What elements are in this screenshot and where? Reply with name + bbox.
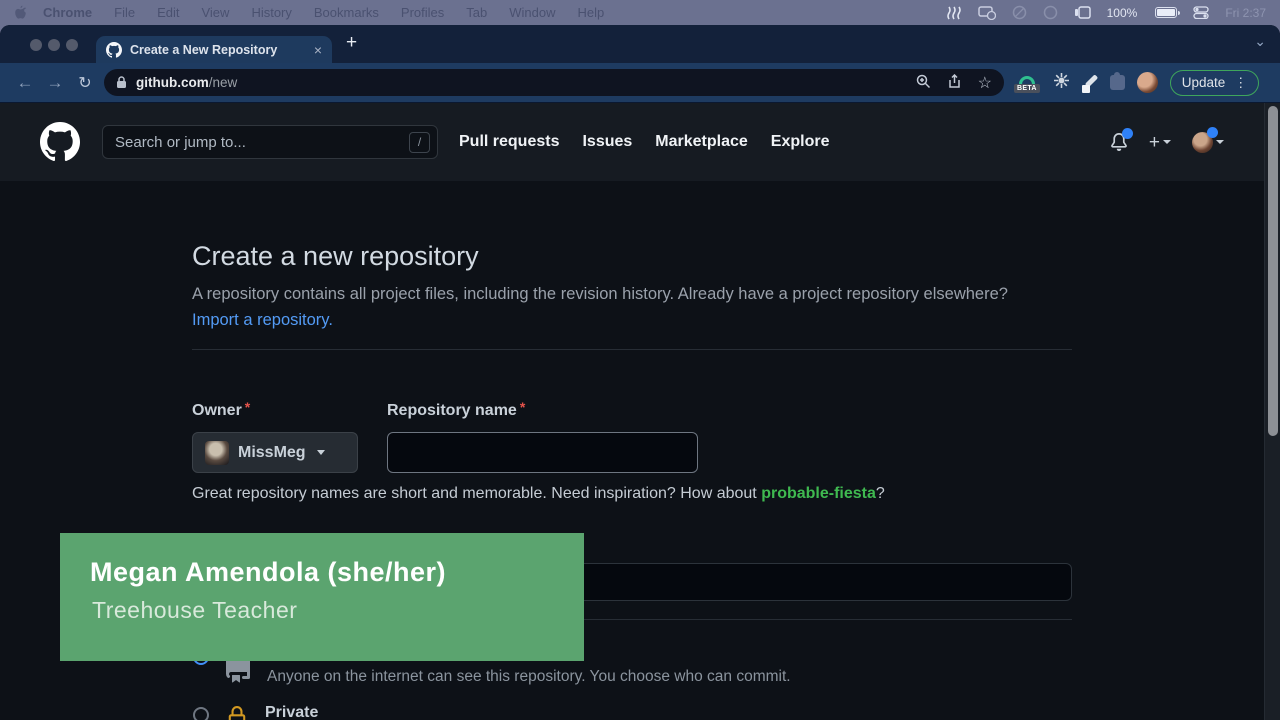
import-repository-link[interactable]: Import a repository. xyxy=(192,311,333,329)
github-nav: Pull requests Issues Marketplace Explore xyxy=(459,133,829,151)
intro-paragraph: A repository contains all project files,… xyxy=(192,281,1022,333)
github-favicon xyxy=(106,42,122,58)
github-logo-icon[interactable] xyxy=(40,122,80,162)
menu-window[interactable]: Window xyxy=(509,5,555,20)
browser-window: Create a New Repository × + ⌄ ← → ↻ gith… xyxy=(0,25,1280,720)
scrollbar-track[interactable] xyxy=(1264,103,1280,720)
battery-icon xyxy=(1155,7,1177,18)
private-label: Private xyxy=(265,704,318,720)
page-title: Create a new repository xyxy=(192,241,479,272)
presenter-name: Megan Amendola (she/her) xyxy=(90,557,584,588)
repository-name-input[interactable] xyxy=(387,432,698,473)
profile-menu[interactable] xyxy=(1192,132,1224,153)
presenter-role: Treehouse Teacher xyxy=(92,597,584,624)
chevron-down-icon xyxy=(1163,140,1171,144)
nav-pull-requests[interactable]: Pull requests xyxy=(459,133,559,151)
public-description: Anyone on the internet can see this repo… xyxy=(267,668,791,686)
hint-text: Great repository names are short and mem… xyxy=(192,485,761,502)
private-lock-icon xyxy=(226,705,248,720)
url-host: github.com xyxy=(136,75,209,90)
plus-icon: + xyxy=(1149,133,1160,152)
notification-dot xyxy=(1122,128,1133,139)
menu-file[interactable]: File xyxy=(114,5,135,20)
required-asterisk: * xyxy=(242,399,250,415)
required-asterisk: * xyxy=(517,399,525,415)
reload-button[interactable]: ↻ xyxy=(70,73,100,93)
tab-search-chevron-icon[interactable]: ⌄ xyxy=(1254,33,1266,50)
intro-text: A repository contains all project files,… xyxy=(192,285,1008,303)
bookmark-star-icon[interactable]: ☆ xyxy=(978,73,992,93)
menu-history[interactable]: History xyxy=(251,5,291,20)
extensions-puzzle-icon[interactable] xyxy=(1110,75,1125,90)
status-circle-icon[interactable] xyxy=(1012,5,1027,20)
stage-manager-icon[interactable] xyxy=(1074,6,1091,20)
github-header: Search or jump to... / Pull requests Iss… xyxy=(0,103,1280,181)
menu-bookmarks[interactable]: Bookmarks xyxy=(314,5,379,20)
menu-view[interactable]: View xyxy=(201,5,229,20)
browser-tab[interactable]: Create a New Repository × xyxy=(96,36,332,63)
forward-button[interactable]: → xyxy=(40,73,70,93)
chrome-menu-icon[interactable]: ⋮ xyxy=(1234,75,1247,91)
display-status-icon[interactable] xyxy=(978,6,996,20)
lock-icon[interactable] xyxy=(116,76,127,89)
search-placeholder: Search or jump to... xyxy=(115,134,246,151)
nav-marketplace[interactable]: Marketplace xyxy=(655,133,748,151)
divider xyxy=(192,349,1072,350)
github-search-input[interactable]: Search or jump to... / xyxy=(102,125,438,159)
menu-help[interactable]: Help xyxy=(578,5,605,20)
beta-badge: BETA xyxy=(1014,84,1040,93)
nav-issues[interactable]: Issues xyxy=(582,133,632,151)
menu-edit[interactable]: Edit xyxy=(157,5,179,20)
url-path: /new xyxy=(209,75,238,90)
notifications-bell-icon[interactable] xyxy=(1110,133,1128,151)
close-window-button[interactable] xyxy=(30,39,42,51)
nav-explore[interactable]: Explore xyxy=(771,133,830,151)
presenter-lower-third: Megan Amendola (she/her) Treehouse Teach… xyxy=(60,533,584,661)
tab-title: Create a New Repository xyxy=(130,43,308,57)
private-radio[interactable] xyxy=(193,707,209,720)
chevron-down-icon xyxy=(1216,140,1224,144)
battery-percentage: 100% xyxy=(1107,6,1138,20)
menu-tab[interactable]: Tab xyxy=(466,5,487,20)
chrome-profile-avatar[interactable] xyxy=(1137,72,1158,93)
slash-key-hint: / xyxy=(409,132,430,153)
zoom-window-button[interactable] xyxy=(66,39,78,51)
browser-toolbar: ← → ↻ github.com/new xyxy=(0,63,1280,103)
menu-chrome[interactable]: Chrome xyxy=(43,5,92,20)
chrome-update-button[interactable]: Update ⋮ xyxy=(1170,70,1260,96)
macos-menubar: Chrome File Edit View History Bookmarks … xyxy=(0,0,1280,25)
dropdown-caret-icon xyxy=(317,450,325,455)
owner-label: Owner* xyxy=(192,402,250,420)
address-bar[interactable]: github.com/new ☆ xyxy=(104,69,1004,96)
update-label: Update xyxy=(1182,75,1226,90)
status-circle2-icon[interactable] xyxy=(1043,5,1058,20)
owner-select-button[interactable]: MissMeg xyxy=(192,432,358,473)
menubar-clock[interactable]: Fri 2:37 xyxy=(1225,6,1266,20)
avatar-status-dot xyxy=(1207,127,1218,138)
back-button[interactable]: ← xyxy=(10,73,40,93)
tab-close-icon[interactable]: × xyxy=(314,42,322,58)
new-tab-button[interactable]: + xyxy=(346,32,357,54)
share-icon[interactable] xyxy=(948,74,961,92)
extension-beta-icon[interactable]: BETA xyxy=(1014,76,1040,93)
page-viewport: Search or jump to... / Pull requests Iss… xyxy=(0,103,1280,720)
repository-name-label: Repository name* xyxy=(387,402,525,420)
apple-logo-icon[interactable] xyxy=(14,5,27,20)
minimize-window-button[interactable] xyxy=(48,39,60,51)
tab-strip: Create a New Repository × + ⌄ xyxy=(0,25,1280,63)
waves-status-icon[interactable] xyxy=(947,6,962,20)
owner-avatar xyxy=(205,441,229,465)
control-center-icon[interactable] xyxy=(1193,6,1209,19)
scrollbar-thumb[interactable] xyxy=(1268,106,1278,436)
create-new-dropdown[interactable]: + xyxy=(1149,133,1171,152)
owner-name: MissMeg xyxy=(238,444,306,462)
suggested-repo-name[interactable]: probable-fiesta xyxy=(761,485,876,502)
extension-gear-icon[interactable] xyxy=(1053,72,1070,94)
name-suggestion-hint: Great repository names are short and mem… xyxy=(192,485,885,503)
extension-pen-icon[interactable] xyxy=(1083,76,1097,90)
zoom-page-icon[interactable] xyxy=(916,74,931,92)
menu-profiles[interactable]: Profiles xyxy=(401,5,444,20)
hint-suffix: ? xyxy=(876,485,885,502)
